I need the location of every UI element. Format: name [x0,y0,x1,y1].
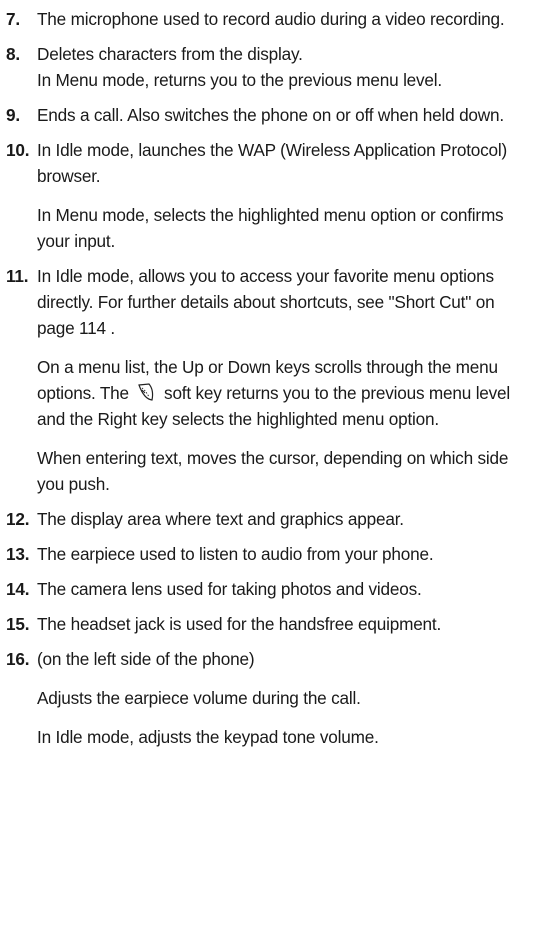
item-text: When entering text, moves the cursor, de… [37,448,509,494]
item-number: 8. [6,44,20,64]
item-text: On a menu list, the Up or Down keys scro… [37,354,529,432]
item-number: 9. [6,105,20,125]
list-item-7: 7. The microphone used to record audio d… [0,6,537,32]
list-item-11: 11. In Idle mode, allows you to access y… [0,263,537,497]
item-number: 7. [6,9,20,29]
item-number: 11. [6,266,29,286]
item-number: 15. [6,614,30,634]
item-text: Ends a call. Also switches the phone on … [37,105,504,125]
list-item-9: 9. Ends a call. Also switches the phone … [0,102,537,128]
item-text: The display area where text and graphics… [37,509,404,529]
item-text: (on the left side of the phone) [37,649,255,669]
list-item-15: 15. The headset jack is used for the han… [0,611,537,637]
item-number: 13. [6,544,30,564]
list-item-13: 13. The earpiece used to listen to audio… [0,541,537,567]
item-text: The earpiece used to listen to audio fro… [37,544,434,564]
item-number: 14. [6,579,30,599]
item-number: 12. [6,509,30,529]
item-number: 16. [6,649,30,669]
list-item-10: 10. In Idle mode, launches the WAP (Wire… [0,137,537,254]
item-text: In Idle mode, adjusts the keypad tone vo… [37,727,379,747]
item-text: In Idle mode, launches the WAP (Wireless… [37,140,508,186]
manual-page: 7. The microphone used to record audio d… [0,0,537,942]
item-text: In Idle mode, allows you to access your … [37,266,495,338]
list-item-12: 12. The display area where text and grap… [0,506,537,532]
item-text: In Menu mode, selects the highlighted me… [37,205,504,251]
item-text: Adjusts the earpiece volume during the c… [37,688,361,708]
list-item-16: 16. (on the left side of the phone) Adju… [0,646,537,750]
list-item-14: 14. The camera lens used for taking phot… [0,576,537,602]
soft-key-icon [136,381,156,403]
list-item-8: 8. Deletes characters from the display. … [0,41,537,93]
item-number: 10. [6,140,30,160]
item-text: The camera lens used for taking photos a… [37,579,422,599]
item-text: In Menu mode, returns you to the previou… [37,70,442,90]
key-description-list: 7. The microphone used to record audio d… [0,6,537,750]
item-text: The headset jack is used for the handsfr… [37,614,442,634]
item-text: The microphone used to record audio duri… [37,9,505,29]
item-text: Deletes characters from the display. [37,44,303,64]
